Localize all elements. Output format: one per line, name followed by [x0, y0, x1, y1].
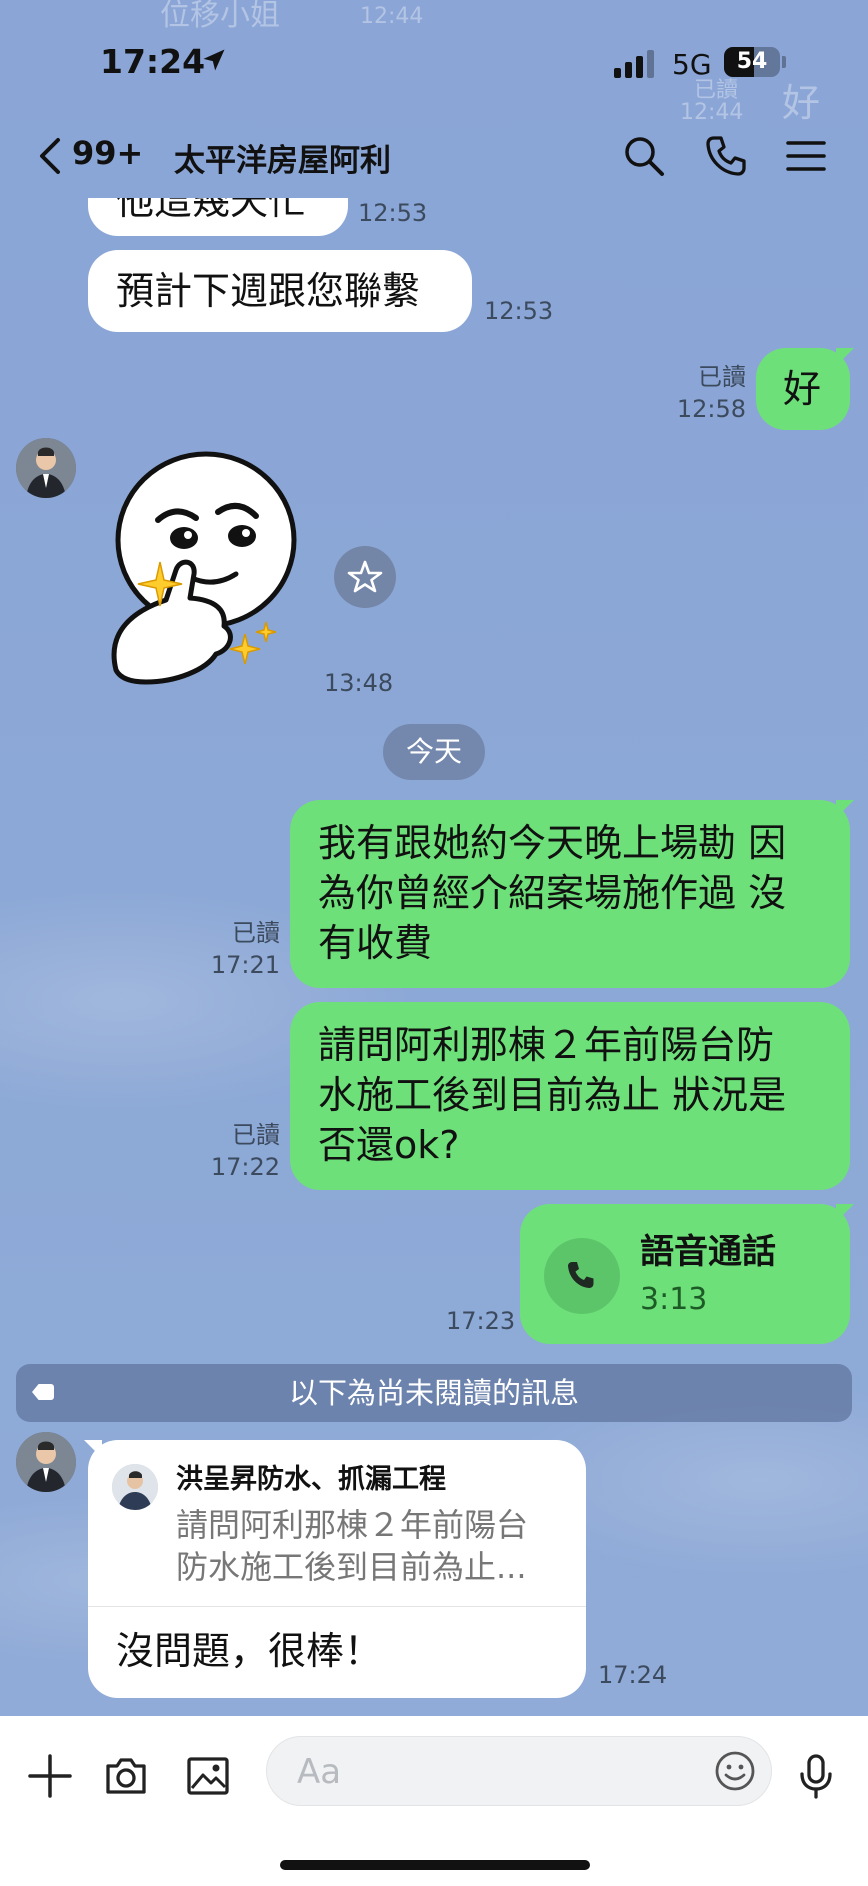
message-input[interactable] [297, 1749, 677, 1795]
person-avatar-icon [112, 1464, 158, 1510]
message-line: 水施工後到目前為止 狀況是 [318, 1073, 787, 1117]
call-icon-circle [544, 1238, 620, 1314]
message-time: 17:22 [210, 1153, 280, 1181]
emoji-icon[interactable] [713, 1749, 757, 1793]
avatar[interactable] [16, 438, 76, 498]
back-chevron-icon[interactable] [34, 136, 68, 176]
unread-divider-label: 以下為尚未閱讀的訊息 [288, 1376, 579, 1410]
message-time: 12:53 [358, 199, 428, 227]
message-text: 預計下週跟您聯繫 [116, 269, 421, 313]
status-time: 17:24 [100, 42, 206, 81]
message-line: 否還ok? [318, 1123, 460, 1167]
bubble-tail [836, 800, 854, 818]
person-avatar-icon [16, 1432, 76, 1492]
tag-icon [32, 1384, 54, 1400]
quote-avatar [112, 1464, 158, 1510]
message-time: 17:21 [210, 951, 280, 979]
message-line: 請問阿利那棟２年前陽台防 [318, 1023, 775, 1067]
chat-header: 99+ 太平洋房屋阿利 [0, 120, 868, 194]
message-line: 我有跟她約今天晚上場勘 因 [318, 821, 787, 865]
star-icon [347, 560, 383, 593]
read-receipt: 已讀 [232, 1121, 280, 1149]
cellular-signal-icon [614, 50, 654, 78]
message-time: 17:23 [446, 1307, 516, 1335]
received-message[interactable]: 預計下週跟您聯繫 [88, 250, 472, 332]
message-time: 12:53 [484, 297, 554, 325]
person-avatar-icon [16, 438, 76, 498]
avatar[interactable] [16, 1432, 76, 1492]
home-indicator [280, 1860, 590, 1870]
status-bar: 位移小姐 12:44 已讀 12:44 好 17:24 5G 54 [0, 0, 868, 125]
menu-icon[interactable] [782, 132, 830, 180]
voice-call-message[interactable]: 語音通話 3:13 [520, 1204, 850, 1344]
search-icon[interactable] [620, 132, 668, 180]
quote-divider [88, 1606, 586, 1607]
date-divider: 今天 [383, 724, 485, 780]
battery-percent: 54 [736, 49, 768, 74]
plus-icon[interactable] [26, 1752, 74, 1800]
camera-icon[interactable] [102, 1752, 150, 1800]
image-icon[interactable] [184, 1752, 232, 1800]
quote-line: 請問阿利那棟２年前陽台 [176, 1506, 529, 1544]
message-input-bar [0, 1716, 868, 1886]
message-time: 12:58 [676, 395, 746, 423]
favorite-sticker-button[interactable] [334, 546, 396, 608]
chat-title[interactable]: 太平洋房屋阿利 [174, 135, 391, 180]
reply-message[interactable]: 洪呈昇防水、抓漏工程 請問阿利那棟２年前陽台 防水施工後到目前為止... 沒問題… [88, 1440, 586, 1698]
unread-count[interactable]: 99+ [72, 134, 143, 172]
message-text: 沒問題，很棒！ [116, 1629, 383, 1673]
message-time: 13:48 [324, 669, 394, 697]
thumbs-up-sticker[interactable] [96, 450, 306, 700]
message-input-container[interactable] [266, 1736, 772, 1806]
network-type: 5G [672, 48, 712, 81]
bubble-tail [836, 1204, 854, 1222]
ghost-ok: 好 [782, 81, 821, 125]
microphone-icon[interactable] [792, 1752, 840, 1800]
quote-line: 防水施工後到目前為止... [176, 1548, 527, 1586]
call-duration: 3:13 [640, 1282, 708, 1317]
message-time: 17:24 [598, 1661, 668, 1689]
sent-message[interactable]: 請問阿利那棟２年前陽台防 水施工後到目前為止 狀況是 否還ok? [290, 1002, 850, 1190]
message-text: 好 [783, 367, 822, 411]
bubble-tail [836, 348, 854, 366]
phone-call-icon[interactable] [702, 132, 750, 180]
message-line: 為你曾經介紹案場施作過 沒 [318, 871, 787, 915]
location-arrow-icon [203, 49, 225, 71]
ghost-time: 12:44 [360, 4, 424, 29]
unread-divider: 以下為尚未閱讀的訊息 [16, 1364, 852, 1422]
phone-icon [568, 1262, 594, 1288]
message-line: 有收費 [318, 921, 433, 965]
read-receipt: 已讀 [698, 363, 746, 391]
ghost-sender-name: 位移小姐 [160, 0, 280, 33]
read-receipt: 已讀 [232, 919, 280, 947]
sent-message[interactable]: 我有跟她約今天晚上場勘 因 為你曾經介紹案場施作過 沒 有收費 [290, 800, 850, 988]
battery-tip [782, 56, 786, 68]
quote-sender: 洪呈昇防水、抓漏工程 [176, 1464, 446, 1495]
call-title: 語音通話 [640, 1232, 776, 1272]
battery-icon: 54 [724, 47, 780, 77]
